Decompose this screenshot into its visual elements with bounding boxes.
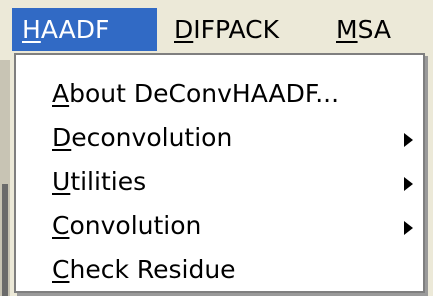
submenu-arrow-icon	[404, 221, 413, 235]
menu-item-utilities[interactable]: Utilities	[52, 163, 146, 201]
menu-msa-hotkey: M	[336, 15, 358, 44]
menu-item-convolution-hotkey: C	[52, 211, 70, 240]
menu-item-about-label: bout DeConvHAADF...	[69, 79, 340, 108]
window-frame: HAADF DIFPACK MSA About DeConvHAADF... D…	[0, 0, 433, 296]
menu-item-convolution-label: onvolution	[69, 211, 202, 240]
menu-haadf-label: AADF	[40, 15, 110, 44]
menu-difpack[interactable]: DIFPACK	[164, 8, 312, 51]
menu-difpack-hotkey: D	[174, 15, 194, 44]
menu-item-deconvolution-label: econvolution	[71, 123, 233, 152]
menu-item-check-residue-hotkey: C	[52, 255, 70, 284]
menu-item-about-hotkey: A	[52, 79, 70, 108]
menu-item-convolution[interactable]: Convolution	[52, 207, 201, 245]
menu-haadf[interactable]: HAADF	[12, 8, 157, 51]
menubar: HAADF DIFPACK MSA	[0, 0, 433, 53]
background-window-shadow	[2, 184, 8, 296]
menu-item-deconvolution[interactable]: Deconvolution	[52, 119, 232, 157]
menu-item-check-residue-label: heck Residue	[69, 255, 236, 284]
menu-msa[interactable]: MSA	[326, 8, 426, 51]
menu-item-about[interactable]: About DeConvHAADF...	[52, 75, 339, 113]
menu-item-check-residue[interactable]: Check Residue	[52, 251, 236, 289]
haadf-dropdown-menu: About DeConvHAADF... Deconvolution Utili…	[14, 53, 425, 293]
menu-item-utilities-label: tilities	[70, 167, 147, 196]
menu-haadf-hotkey: H	[22, 15, 41, 44]
menu-item-utilities-hotkey: U	[52, 167, 71, 196]
submenu-arrow-icon	[404, 177, 413, 191]
menu-msa-label: SA	[357, 15, 392, 44]
background-window-edge	[0, 60, 10, 296]
menu-item-deconvolution-hotkey: D	[52, 123, 72, 152]
menu-difpack-label: IFPACK	[193, 15, 280, 44]
submenu-arrow-icon	[404, 133, 413, 147]
